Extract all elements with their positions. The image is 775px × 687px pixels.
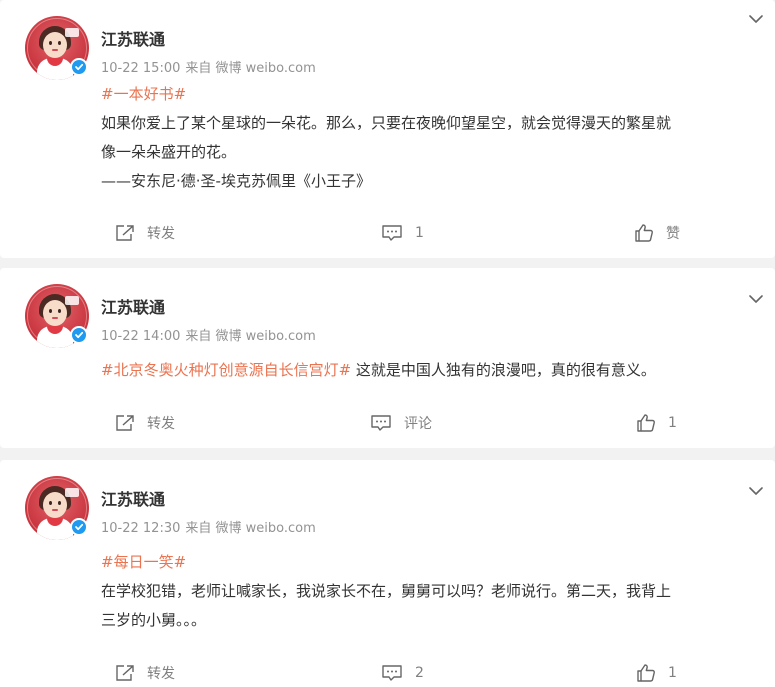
topic-link[interactable]: #一本好书# [101,85,186,103]
post-line: 在学校犯错，老师让喊家长，我说家长不在，舅舅可以吗？老师说行。第二天，我背上 [101,582,672,600]
post-source: 来自 微博 weibo.com [185,61,316,76]
repost-label: 转发 [147,226,175,242]
thumbs-up-icon [637,414,655,432]
repost-button[interactable]: 转发 [115,220,175,246]
post-line: 三岁的小舅。。。 [101,611,207,629]
like-button[interactable]: 1 [636,660,677,686]
post-content: #一本好书# 如果你爱上了某个星球的一朵花。那么，只要在夜晚仰望星空，就会觉得漫… [101,80,773,196]
post-content: #北京冬奥火种灯创意源自长信宫灯# 这就是中国人独有的浪漫吧，真的很有意义。 [101,356,773,385]
like-button[interactable]: 赞 [634,220,680,246]
like-button[interactable]: 1 [636,410,677,436]
comment-count: 2 [415,665,424,681]
comment-button[interactable]: 1 [381,220,424,246]
author-name[interactable]: 江苏联通 [101,294,165,318]
post-meta: 10-22 14:00 来自 微博 weibo.com [101,325,321,344]
topic-link[interactable]: #每日一笑# [101,553,186,571]
post-time[interactable]: 10-22 14:00 [101,329,180,344]
post-text: 这就是中国人独有的浪漫吧，真的很有意义。 [351,361,656,379]
thumbs-up-icon [637,664,655,682]
post-time[interactable]: 10-22 15:00 [101,61,180,76]
post-actions: 转发 评论 1 [0,410,775,436]
share-icon [116,415,134,431]
share-icon [116,225,134,241]
author-name[interactable]: 江苏联通 [101,486,165,510]
chevron-down-icon[interactable] [747,290,765,308]
topic-link[interactable]: #北京冬奥火种灯创意源自长信宫灯# [101,361,351,379]
thumbs-up-icon [635,224,653,242]
post-line: 像一朵朵盛开的花。 [101,143,237,161]
repost-button[interactable]: 转发 [115,660,175,686]
repost-button[interactable]: 转发 [115,410,175,436]
weibo-feed: 江苏联通 10-22 15:00 来自 微博 weibo.com #一本好书# 如… [0,0,775,687]
post-card: 江苏联通 10-22 12:30 来自 微博 weibo.com #每日一笑# 在… [0,460,775,687]
comment-button[interactable]: 2 [381,660,424,686]
post-actions: 转发 2 1 [0,660,775,686]
post-meta: 10-22 15:00 来自 微博 weibo.com [101,57,321,76]
post-card: 江苏联通 10-22 15:00 来自 微博 weibo.com #一本好书# 如… [0,0,775,258]
verified-badge-icon [70,58,88,76]
share-icon [116,665,134,681]
comment-icon [382,665,402,681]
comment-button[interactable]: 评论 [370,410,432,436]
chevron-down-icon[interactable] [747,482,765,500]
post-time[interactable]: 10-22 12:30 [101,521,180,536]
post-line: 如果你爱上了某个星球的一朵花。那么，只要在夜晚仰望星空，就会觉得漫天的繁星就 [101,114,672,132]
post-content: #每日一笑# 在学校犯错，老师让喊家长，我说家长不在，舅舅可以吗？老师说行。第二… [101,548,773,635]
post-source: 来自 微博 weibo.com [185,521,316,536]
post-meta: 10-22 12:30 来自 微博 weibo.com [101,517,321,536]
comment-icon [382,225,402,241]
comment-icon [371,415,391,431]
post-card: 江苏联通 10-22 14:00 来自 微博 weibo.com #北京冬奥火种灯… [0,268,775,448]
comment-label: 评论 [404,416,432,432]
verified-badge-icon [70,326,88,344]
repost-label: 转发 [147,666,175,682]
like-count: 赞 [666,226,680,242]
post-source: 来自 微博 weibo.com [185,329,316,344]
repost-label: 转发 [147,416,175,432]
post-line: ——安东尼·德·圣-埃克苏佩里《小王子》 [101,172,371,190]
like-count: 1 [668,415,677,431]
chevron-down-icon[interactable] [747,10,765,28]
verified-badge-icon [70,518,88,536]
post-actions: 转发 1 赞 [0,220,775,246]
author-name[interactable]: 江苏联通 [101,26,165,50]
comment-count: 1 [415,225,424,241]
like-count: 1 [668,665,677,681]
